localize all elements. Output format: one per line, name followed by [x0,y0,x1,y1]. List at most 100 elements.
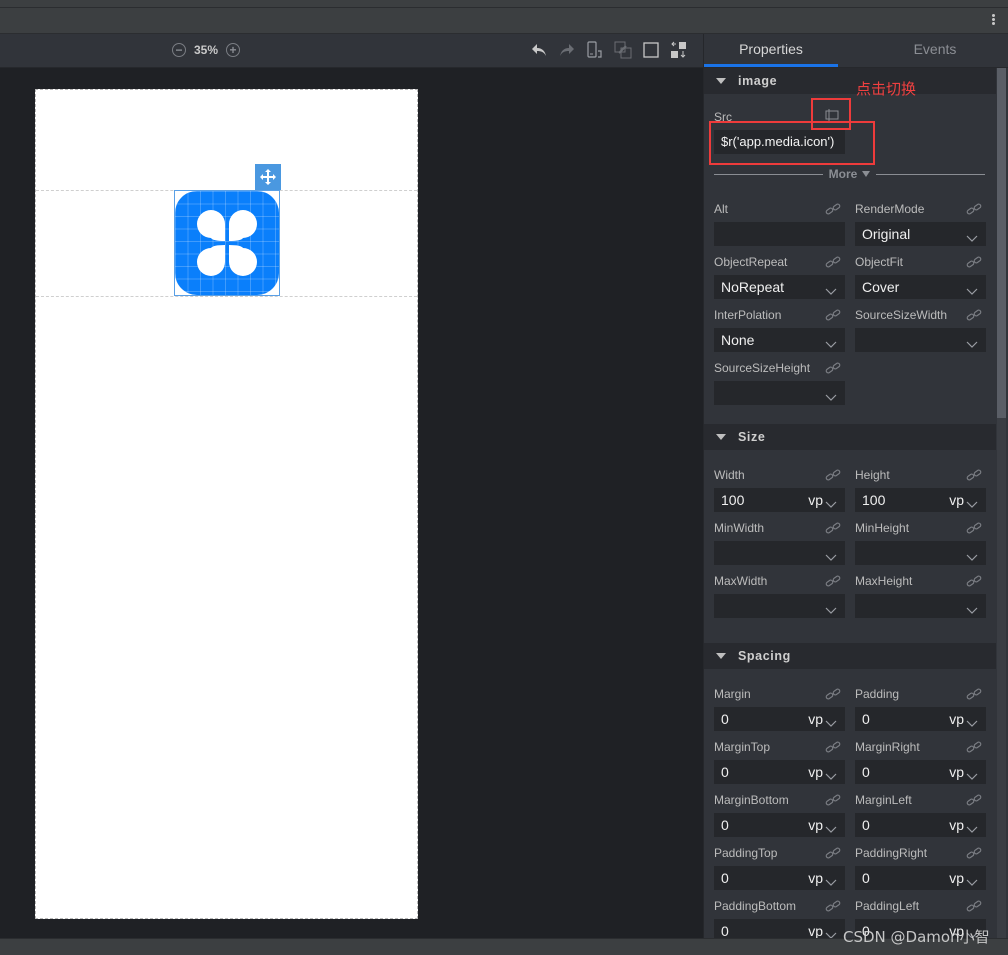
chevron-down-icon[interactable] [966,871,978,886]
more-options-icon[interactable] [990,14,996,28]
link-toggle-button[interactable] [614,41,632,59]
link-icon[interactable] [825,740,841,754]
unit-label[interactable]: vp [808,919,823,938]
link-icon[interactable] [825,468,841,482]
max-width-input[interactable] [714,594,845,618]
margin-left-input[interactable]: 0 vp [855,813,986,837]
chevron-down-icon[interactable] [966,333,978,348]
link-icon[interactable] [966,740,982,754]
link-icon[interactable] [966,846,982,860]
min-width-input[interactable] [714,541,845,565]
unit-label[interactable]: vp [949,813,964,837]
padding-right-input[interactable]: 0 vp [855,866,986,890]
margin-top-input[interactable]: 0 vp [714,760,845,784]
source-size-width-input[interactable] [855,328,986,352]
link-icon[interactable] [966,687,982,701]
section-image-header[interactable]: image [704,68,996,94]
chevron-down-icon[interactable] [966,280,978,295]
chevron-down-icon[interactable] [966,712,978,727]
source-size-height-input[interactable] [714,381,845,405]
chevron-down-icon[interactable] [966,765,978,780]
link-icon[interactable] [966,521,982,535]
link-icon[interactable] [825,255,841,269]
link-icon[interactable] [966,202,982,216]
frame-button[interactable] [642,41,660,59]
padding-top-input[interactable]: 0 vp [714,866,845,890]
width-input[interactable]: 100 vp [714,488,845,512]
unit-label[interactable]: vp [808,813,823,837]
device-rotate-button[interactable] [586,41,604,59]
unit-label[interactable]: vp [808,866,823,890]
alt-input[interactable] [714,222,845,246]
chevron-down-icon[interactable] [825,546,837,561]
link-icon[interactable] [966,574,982,588]
padding-input[interactable]: 0 vp [855,707,986,731]
link-icon[interactable] [825,308,841,322]
chevron-down-icon[interactable] [825,386,837,401]
design-canvas[interactable] [0,68,703,938]
unit-label[interactable]: vp [949,866,964,890]
link-icon[interactable] [825,361,841,375]
scrollbar-thumb[interactable] [997,68,1006,418]
chevron-down-icon[interactable] [966,493,978,508]
unit-label[interactable]: vp [949,760,964,784]
redo-button[interactable] [558,41,576,59]
link-icon[interactable] [825,687,841,701]
margin-right-input[interactable]: 0 vp [855,760,986,784]
src-toggle-button[interactable] [824,108,840,122]
chevron-down-icon[interactable] [825,333,837,348]
chevron-down-icon[interactable] [825,280,837,295]
chevron-down-icon[interactable] [966,546,978,561]
chevron-down-icon[interactable] [966,818,978,833]
tab-events[interactable]: Events [868,34,1002,67]
section-spacing-header[interactable]: Spacing [704,643,996,669]
render-mode-input[interactable]: Original [855,222,986,246]
section-size-header[interactable]: Size [704,424,996,450]
unit-label[interactable]: vp [949,488,964,512]
link-icon[interactable] [825,574,841,588]
chevron-down-icon[interactable] [966,227,978,242]
link-icon[interactable] [825,521,841,535]
object-fit-input[interactable]: Cover [855,275,986,299]
inter-polation-input[interactable]: None [714,328,845,352]
link-icon[interactable] [825,793,841,807]
link-icon[interactable] [825,899,841,913]
chevron-down-icon[interactable] [825,765,837,780]
unit-label[interactable]: vp [808,488,823,512]
chevron-down-icon[interactable] [825,493,837,508]
unit-label[interactable]: vp [808,707,823,731]
chevron-down-icon[interactable] [825,871,837,886]
link-icon[interactable] [966,468,982,482]
chevron-down-icon[interactable] [825,818,837,833]
link-icon[interactable] [966,899,982,913]
link-icon[interactable] [966,793,982,807]
margin-bottom-input[interactable]: 0 vp [714,813,845,837]
padding-bottom-input[interactable]: 0 vp [714,919,845,938]
src-input[interactable]: $r('app.media.icon') [714,130,845,154]
component-tree-button[interactable] [670,41,688,59]
chevron-down-icon[interactable] [825,712,837,727]
move-handle[interactable] [255,164,281,190]
device-preview[interactable] [35,89,418,919]
link-icon[interactable] [966,255,982,269]
more-toggle[interactable]: More [714,166,986,182]
chevron-down-icon[interactable] [825,924,837,938]
link-icon[interactable] [825,846,841,860]
max-height-input[interactable] [855,594,986,618]
panel-scrollbar[interactable] [997,68,1006,938]
unit-label[interactable]: vp [808,760,823,784]
tab-properties[interactable]: Properties [704,34,838,67]
link-icon[interactable] [966,308,982,322]
chevron-down-icon[interactable] [966,599,978,614]
height-input[interactable]: 100 vp [855,488,986,512]
chevron-down-icon[interactable] [825,599,837,614]
unit-label[interactable]: vp [949,707,964,731]
zoom-out-button[interactable]: − [172,43,186,57]
link-icon[interactable] [825,202,841,216]
image-component[interactable] [174,190,280,296]
margin-input[interactable]: 0 vp [714,707,845,731]
undo-button[interactable] [530,41,548,59]
min-height-input[interactable] [855,541,986,565]
zoom-in-button[interactable]: + [226,43,241,57]
object-repeat-input[interactable]: NoRepeat [714,275,845,299]
